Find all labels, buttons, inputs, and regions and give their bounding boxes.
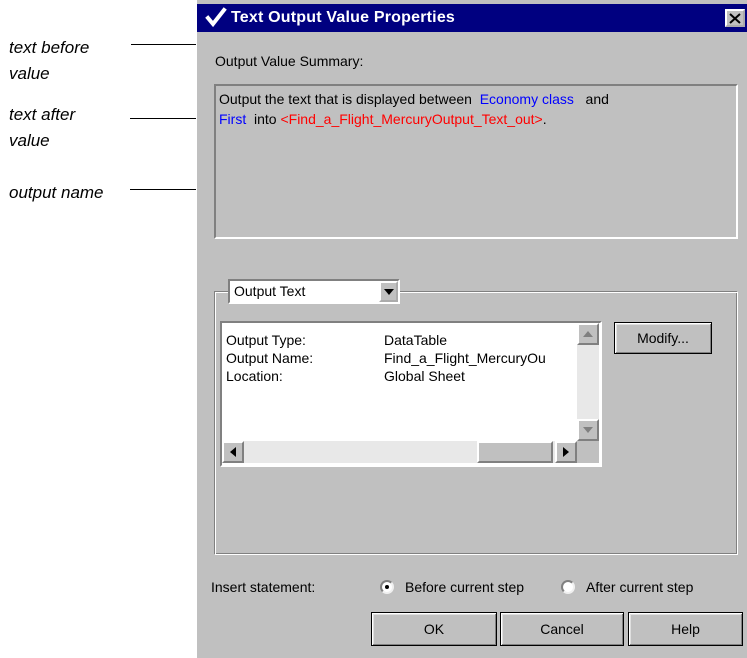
detail-key: Output Name:	[226, 350, 314, 366]
summary-into: into	[254, 111, 277, 127]
after-current-step-label[interactable]: After current step	[586, 579, 693, 595]
arrow-down-icon	[583, 427, 593, 433]
after-current-step-radio[interactable]	[561, 580, 575, 594]
scroll-down-button[interactable]	[577, 419, 599, 441]
output-type-selected: Output Text	[234, 283, 306, 299]
text-output-value-properties-dialog: Text Output Value Properties Output Valu…	[196, 0, 747, 658]
checkmark-icon	[205, 7, 227, 28]
detail-key: Output Type:	[226, 332, 306, 348]
scroll-right-button[interactable]	[555, 441, 577, 463]
arrow-left-icon	[230, 447, 236, 457]
arrow-up-icon	[583, 331, 593, 337]
close-icon	[729, 12, 741, 24]
before-current-step-label[interactable]: Before current step	[405, 579, 524, 595]
summary-output-name: <Find_a_Flight_MercuryOutput_Text_out>	[280, 111, 543, 127]
help-button[interactable]: Help	[628, 612, 743, 646]
detail-value: Find_a_Flight_MercuryOu	[384, 350, 546, 366]
annotation-text-after: text after value	[9, 105, 76, 150]
close-button[interactable]	[725, 9, 745, 27]
summary-joiner: and	[585, 91, 609, 107]
detail-key: Location:	[226, 368, 283, 384]
ok-button[interactable]: OK	[371, 612, 497, 646]
summary-before-value: Economy class	[479, 91, 574, 107]
output-details-list[interactable]: Output Type: DataTable Output Name: Find…	[220, 321, 602, 467]
summary-prefix: Output the text that is displayed betwee…	[219, 91, 472, 107]
scrollbar-corner	[577, 441, 599, 463]
annotation-output-name: output name	[9, 183, 104, 202]
scroll-up-button[interactable]	[577, 323, 599, 345]
annotation-text-before: text before value	[9, 38, 90, 83]
scroll-left-button[interactable]	[222, 441, 244, 463]
arrow-right-icon	[563, 447, 569, 457]
horizontal-scroll-thumb[interactable]	[477, 441, 553, 463]
chevron-down-icon	[383, 288, 394, 295]
output-type-dropdown[interactable]: Output Text	[228, 279, 400, 304]
detail-value: Global Sheet	[384, 368, 465, 384]
insert-statement-label: Insert statement:	[211, 579, 316, 595]
summary-suffix: .	[542, 111, 547, 127]
before-current-step-radio[interactable]	[380, 580, 394, 594]
dropdown-button[interactable]	[379, 281, 398, 302]
modify-button[interactable]: Modify...	[614, 322, 712, 354]
dialog-title: Text Output Value Properties	[231, 9, 456, 26]
summary-text: Output the text that is displayed betwee…	[219, 89, 729, 129]
cancel-button[interactable]: Cancel	[500, 612, 624, 646]
title-bar: Text Output Value Properties	[197, 4, 747, 32]
summary-label: Output Value Summary:	[215, 53, 364, 69]
detail-value: DataTable	[384, 332, 448, 348]
summary-after-value: First	[219, 111, 247, 127]
